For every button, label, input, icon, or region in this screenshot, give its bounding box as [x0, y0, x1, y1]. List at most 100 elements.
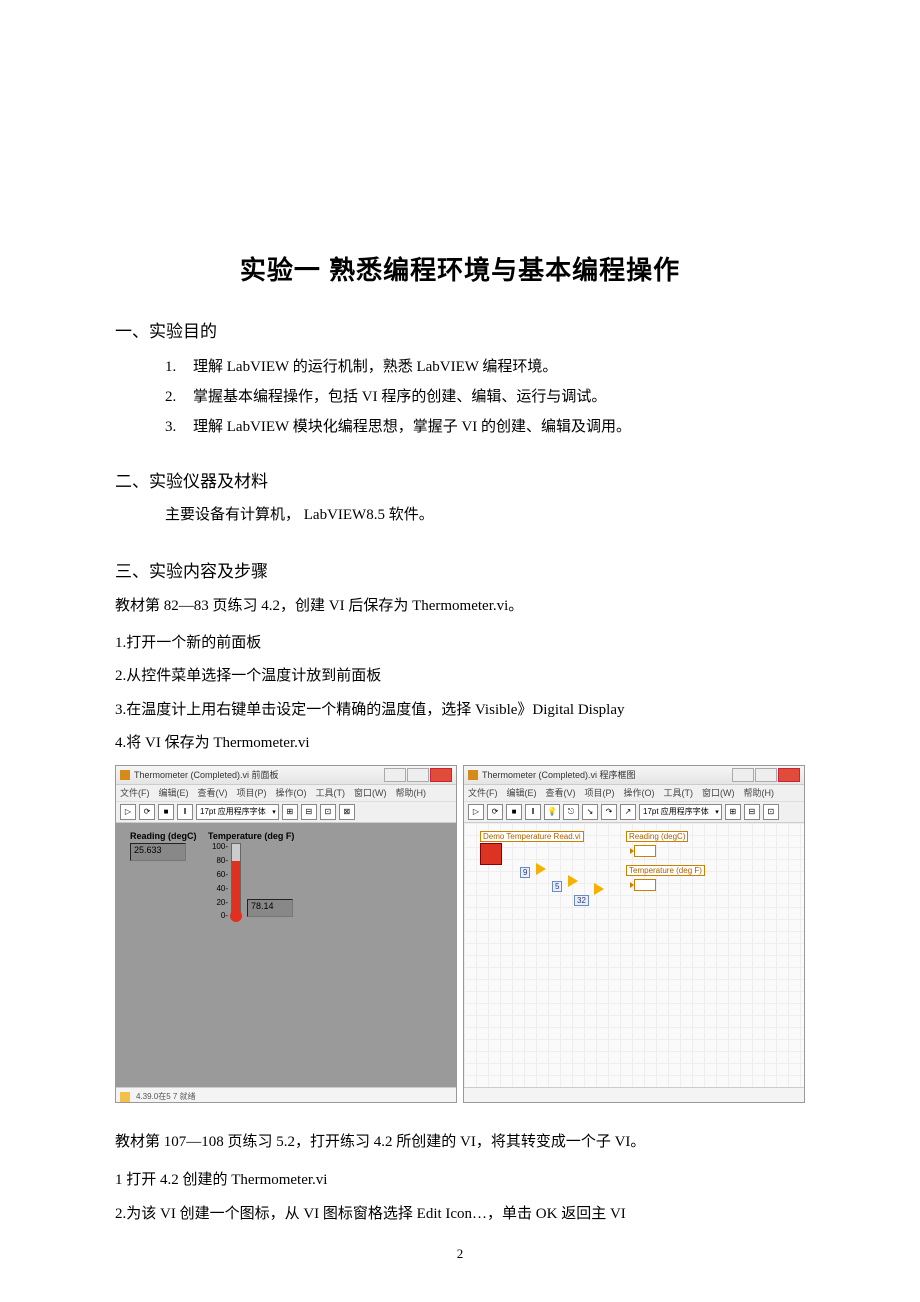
font-select[interactable]: 17pt 应用程序字体 [196, 804, 279, 820]
equipment-text: 主要设备有计算机， LabVIEW8.5 软件。 [165, 502, 805, 529]
step-out-button[interactable]: ↗ [620, 804, 636, 820]
statusbar [464, 1087, 804, 1103]
menu-file[interactable]: 文件(F) [120, 786, 150, 799]
section-3-heading: 三、实验内容及步骤 [115, 557, 805, 582]
block-diagram-canvas[interactable]: Demo Temperature Read.vi Reading (degC) … [464, 823, 804, 1087]
maximize-button[interactable] [407, 768, 429, 782]
maximize-button[interactable] [755, 768, 777, 782]
reading-terminal[interactable] [634, 845, 656, 857]
purpose-num: 1. [165, 352, 193, 382]
add-node[interactable] [594, 883, 604, 895]
distribute-button[interactable]: ⊟ [301, 804, 317, 820]
constant-9[interactable]: 9 [520, 867, 530, 878]
purpose-num: 2. [165, 382, 193, 412]
thermometer-indicator: Temperature (deg F) 100- 80- 60- 40- 20-… [208, 831, 294, 917]
distribute-button[interactable]: ⊟ [744, 804, 760, 820]
menu-window[interactable]: 窗口(W) [354, 786, 387, 799]
window-titlebar: Thermometer (Completed).vi 程序框图 [464, 766, 804, 785]
front-panel-canvas[interactable]: Reading (degC) 25.633 Temperature (deg F… [116, 823, 456, 1087]
menu-view[interactable]: 查看(V) [546, 786, 576, 799]
toolbar: ▷ ⟳ ■ ‖ 17pt 应用程序字体 ⊞ ⊟ ⊡ ⊠ 🌡 [116, 802, 456, 823]
step-into-button[interactable]: ↘ [582, 804, 598, 820]
menu-edit[interactable]: 编辑(E) [507, 786, 537, 799]
menu-operate[interactable]: 操作(O) [276, 786, 307, 799]
menu-tools[interactable]: 工具(T) [316, 786, 346, 799]
status-text: 4.39.0在5 7 就绪 [136, 1091, 196, 1102]
window-title: Thermometer (Completed).vi 程序框图 [482, 768, 732, 781]
section-2-heading: 二、实验仪器及材料 [115, 467, 805, 492]
menubar: 文件(F) 编辑(E) 查看(V) 项目(P) 操作(O) 工具(T) 窗口(W… [116, 785, 456, 802]
run-continuous-button[interactable]: ⟳ [487, 804, 503, 820]
section-1-heading: 一、实验目的 [115, 317, 805, 342]
menu-view[interactable]: 查看(V) [198, 786, 228, 799]
multiply-node[interactable] [536, 863, 546, 875]
step: 4.将 VI 保存为 Thermometer.vi [115, 731, 805, 757]
pause-button[interactable]: ‖ [525, 804, 541, 820]
purpose-item: 2.掌握基本编程操作，包括 VI 程序的创建、编辑、运行与调试。 [165, 382, 805, 412]
purpose-text: 理解 LabVIEW 模块化编程思想，掌握子 VI 的创建、编辑及调用。 [193, 412, 631, 442]
scale-tick: 40- [216, 884, 228, 893]
menu-project[interactable]: 项目(P) [237, 786, 267, 799]
screenshot-row: Thermometer (Completed).vi 前面板 文件(F) 编辑(… [115, 765, 805, 1103]
reorder-button[interactable]: ⊠ [339, 804, 355, 820]
pause-button[interactable]: ‖ [177, 804, 193, 820]
vi-icon-pane[interactable]: 🌡 [428, 765, 452, 766]
status-icon [120, 1092, 130, 1102]
resize-button[interactable]: ⊡ [320, 804, 336, 820]
labview-front-panel-window: Thermometer (Completed).vi 前面板 文件(F) 编辑(… [115, 765, 457, 1103]
divide-node[interactable] [568, 875, 578, 887]
menu-help[interactable]: 帮助(H) [744, 786, 775, 799]
purpose-item: 1.理解 LabVIEW 的运行机制，熟悉 LabVIEW 编程环境。 [165, 352, 805, 382]
run-button[interactable]: ▷ [468, 804, 484, 820]
constant-32[interactable]: 32 [574, 895, 589, 906]
thermometer-digital[interactable]: 78.14 [247, 899, 293, 917]
temperature-terminal[interactable] [634, 879, 656, 891]
cleanup-button[interactable]: ⊡ [763, 804, 779, 820]
menu-file[interactable]: 文件(F) [468, 786, 498, 799]
minimize-button[interactable] [732, 768, 754, 782]
page-number: 2 [0, 1246, 920, 1262]
align-button[interactable]: ⊞ [282, 804, 298, 820]
constant-5[interactable]: 5 [552, 881, 562, 892]
window-titlebar: Thermometer (Completed).vi 前面板 [116, 766, 456, 785]
minimize-button[interactable] [384, 768, 406, 782]
menu-project[interactable]: 项目(P) [585, 786, 615, 799]
scale-tick: 80- [216, 856, 228, 865]
close-button[interactable] [430, 768, 452, 782]
vi-icon-pane[interactable]: 🌡 [776, 765, 800, 766]
retain-wire-button[interactable]: ⎋ [563, 804, 579, 820]
step-over-button[interactable]: ↷ [601, 804, 617, 820]
run-continuous-button[interactable]: ⟳ [139, 804, 155, 820]
abort-button[interactable]: ■ [158, 804, 174, 820]
abort-button[interactable]: ■ [506, 804, 522, 820]
menu-operate[interactable]: 操作(O) [624, 786, 655, 799]
thermometer-scale: 100- 80- 60- 40- 20- 0- [208, 845, 228, 917]
labview-icon [120, 770, 130, 780]
scale-tick: 100- [212, 842, 228, 851]
subvi-label: Demo Temperature Read.vi [480, 831, 584, 842]
scale-tick: 0- [221, 911, 228, 920]
menu-edit[interactable]: 编辑(E) [159, 786, 189, 799]
thermometer-tube[interactable] [231, 843, 241, 917]
step: 1.打开一个新的前面板 [115, 631, 805, 657]
subvi-node[interactable] [480, 843, 502, 865]
reading-terminal-label: Reading (degC) [626, 831, 688, 842]
page-title: 实验一 熟悉编程环境与基本编程操作 [115, 250, 805, 287]
reading-label: Reading (degC) [130, 831, 197, 841]
purpose-num: 3. [165, 412, 193, 442]
close-button[interactable] [778, 768, 800, 782]
window-controls [732, 768, 800, 782]
align-button[interactable]: ⊞ [725, 804, 741, 820]
menu-help[interactable]: 帮助(H) [396, 786, 427, 799]
followup-step: 1 打开 4.2 创建的 Thermometer.vi [115, 1168, 805, 1194]
run-button[interactable]: ▷ [120, 804, 136, 820]
labview-block-diagram-window: Thermometer (Completed).vi 程序框图 文件(F) 编辑… [463, 765, 805, 1103]
menu-tools[interactable]: 工具(T) [664, 786, 694, 799]
menu-window[interactable]: 窗口(W) [702, 786, 735, 799]
reading-value[interactable]: 25.633 [130, 843, 186, 861]
scale-tick: 60- [216, 870, 228, 879]
followup-intro: 教材第 107—108 页练习 5.2，打开练习 4.2 所创建的 VI，将其转… [115, 1128, 805, 1157]
highlight-button[interactable]: 💡 [544, 804, 560, 820]
followup-step: 2.为该 VI 创建一个图标，从 VI 图标窗格选择 Edit Icon…，单击… [115, 1202, 805, 1228]
font-select[interactable]: 17pt 应用程序字体 [639, 804, 722, 820]
